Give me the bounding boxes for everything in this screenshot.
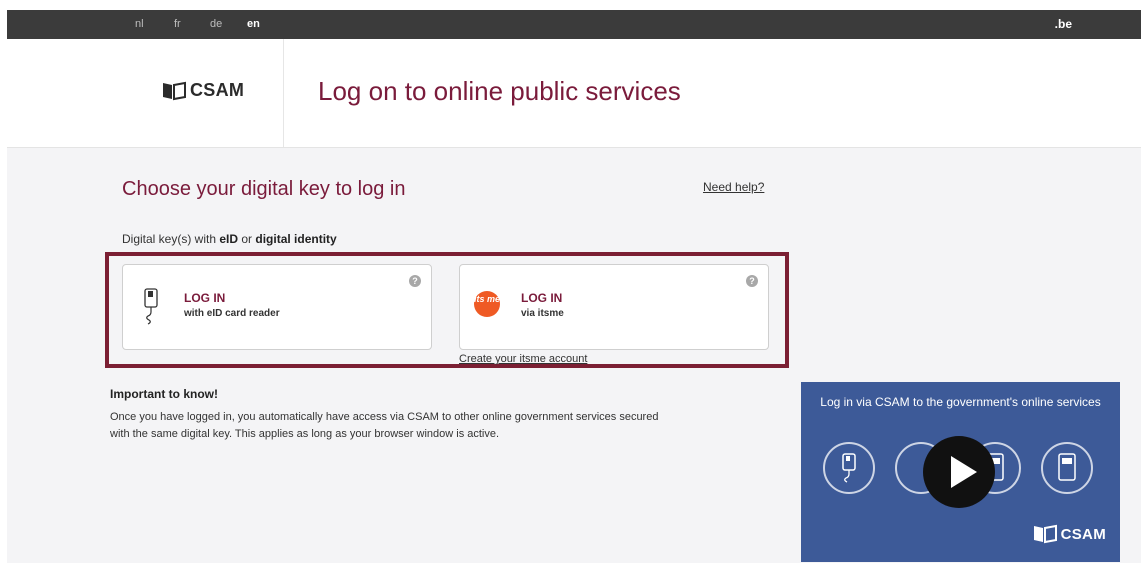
logo-text: CSAM xyxy=(190,80,245,100)
top-bar: nl fr de en .be xyxy=(7,10,1141,39)
header-divider xyxy=(283,39,284,147)
help-question-icon[interactable]: ? xyxy=(409,275,421,287)
itsme-card-title: LOG IN xyxy=(521,291,563,305)
help-question-icon[interactable]: ? xyxy=(746,275,758,287)
video-logo-text: CSAM xyxy=(1060,525,1106,543)
card-reader-icon xyxy=(823,442,875,494)
lang-fr-link[interactable]: fr xyxy=(174,18,181,30)
subtitle-prefix: Digital key(s) with xyxy=(122,232,220,246)
video-title: Log in via CSAM to the government's onli… xyxy=(820,395,1101,409)
create-itsme-account-link[interactable]: Create your itsme account xyxy=(459,353,587,365)
csam-logo-icon xyxy=(163,81,186,100)
subtitle-eid: eID xyxy=(219,232,239,246)
site-header: CSAM Log on to online public services xyxy=(7,39,1141,148)
important-heading: Important to know! xyxy=(110,387,218,401)
csam-logo[interactable]: CSAM xyxy=(162,80,244,101)
subtitle-digital-identity: digital identity xyxy=(255,232,337,246)
choose-key-heading: Choose your digital key to log in xyxy=(122,178,406,200)
sms-icon xyxy=(1041,442,1093,494)
lang-de-link[interactable]: de xyxy=(210,18,222,30)
lang-en-link[interactable]: en xyxy=(247,18,260,30)
important-text: Once you have logged in, you automatical… xyxy=(110,411,659,440)
page-title: Log on to online public services xyxy=(318,76,681,106)
lang-nl-link[interactable]: nl xyxy=(135,18,144,30)
video-csam-logo: CSAM xyxy=(1033,524,1106,544)
be-gov-link[interactable]: .be xyxy=(1055,17,1072,31)
csam-logo-icon xyxy=(1033,524,1057,544)
itsme-icon: its me xyxy=(474,291,500,317)
subtitle-middle: or xyxy=(238,232,256,246)
need-help-link[interactable]: Need help? xyxy=(703,180,764,194)
itsme-card-subtitle: via itsme xyxy=(521,308,564,319)
main-content: Choose your digital key to log in Need h… xyxy=(7,148,1141,563)
eid-card-title: LOG IN xyxy=(184,291,226,305)
eid-login-card[interactable]: LOG IN with eID card reader ? xyxy=(122,264,432,350)
video-panel[interactable]: Log in via CSAM to the government's onli… xyxy=(801,382,1120,562)
play-button[interactable] xyxy=(923,436,995,508)
itsme-login-card[interactable]: its me LOG IN via itsme ? xyxy=(459,264,769,350)
digital-keys-subtitle: Digital key(s) with eID or digital ident… xyxy=(122,232,337,246)
card-reader-icon xyxy=(144,288,158,325)
eid-card-subtitle: with eID card reader xyxy=(184,308,280,319)
